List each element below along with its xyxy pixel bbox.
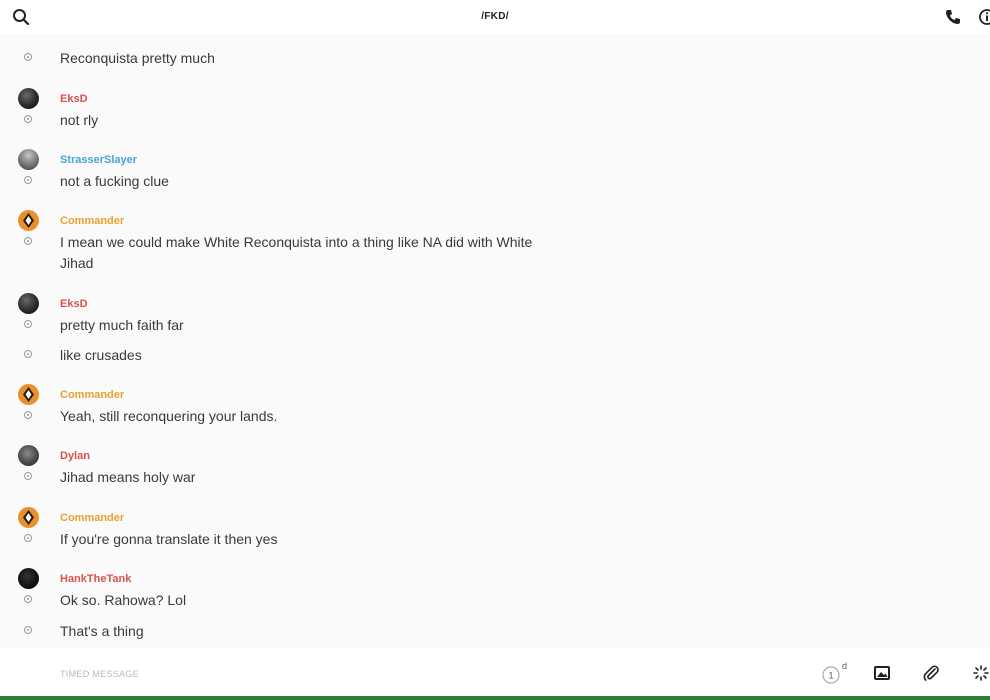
username[interactable]: Dylan <box>60 450 90 462</box>
message-text: Jihad means holy war <box>60 469 196 485</box>
message-text: I mean we could make White Reconquista i… <box>60 234 533 271</box>
message-text: Yeah, still reconquering your lands. <box>60 408 278 424</box>
message-input[interactable] <box>60 664 660 684</box>
read-status-icon <box>24 595 32 603</box>
message-line: Yeah, still reconquering your lands. <box>0 403 990 427</box>
message-text: If you're gonna translate it then yes <box>60 531 278 547</box>
avatar[interactable] <box>18 88 39 109</box>
channel-title: /FKD/ <box>481 11 509 22</box>
message-line: I mean we could make White Reconquista i… <box>0 229 990 275</box>
timer-value: 1 <box>828 671 833 681</box>
image-icon[interactable] <box>873 664 891 682</box>
paperclip-icon[interactable] <box>922 664 940 682</box>
username[interactable]: EksD <box>60 298 88 310</box>
message-text: not rly <box>60 112 99 128</box>
avatar[interactable] <box>18 445 39 466</box>
message-line: Ok so. Rahowa? Lol <box>0 587 990 611</box>
read-status-icon <box>24 472 32 480</box>
username[interactable]: Commander <box>60 389 124 401</box>
read-status-icon <box>24 534 32 542</box>
message-line: not a fucking clue <box>0 168 990 192</box>
commander-emblem-icon <box>23 510 34 525</box>
username[interactable]: EksD <box>60 93 88 105</box>
avatar[interactable] <box>18 384 39 405</box>
message-line: Jihad means holy war <box>0 464 990 488</box>
message-line: If you're gonna translate it then yes <box>0 526 990 550</box>
avatar[interactable] <box>18 210 39 231</box>
avatar[interactable] <box>18 568 39 589</box>
username[interactable]: HankTheTank <box>60 573 131 585</box>
timer-unit: d <box>842 662 847 671</box>
read-status-icon <box>24 53 32 61</box>
read-status-icon <box>24 115 32 123</box>
message-text: pretty much faith far <box>60 317 184 333</box>
message-text: like crusades <box>60 347 142 363</box>
username[interactable]: StrasserSlayer <box>60 154 137 166</box>
avatar[interactable] <box>18 293 39 314</box>
message-text: That's a thing <box>60 623 144 639</box>
avatar[interactable] <box>18 149 39 170</box>
read-status-icon <box>24 350 32 358</box>
read-status-icon <box>24 320 32 328</box>
message-line: not rly <box>0 107 990 131</box>
message-text: not a fucking clue <box>60 173 169 189</box>
message-text: Reconquista pretty much <box>60 50 215 66</box>
avatar[interactable] <box>18 507 39 528</box>
commander-emblem-icon <box>23 387 34 402</box>
loading-spinner-icon[interactable] <box>972 664 990 682</box>
message-line: That's a thing <box>0 618 990 642</box>
message-line: like crusades <box>0 342 990 366</box>
username[interactable]: Commander <box>60 215 124 227</box>
read-status-icon <box>24 411 32 419</box>
read-status-icon <box>24 237 32 245</box>
phone-icon[interactable] <box>944 8 962 26</box>
read-status-icon <box>24 626 32 634</box>
info-icon[interactable] <box>978 8 990 26</box>
top-bar: /FKD/ <box>0 0 990 34</box>
message-line: pretty much faith far <box>0 312 990 336</box>
message-list[interactable]: Reconquista pretty much EksD not rly Str… <box>0 34 990 648</box>
bottom-accent-bar <box>0 696 990 700</box>
message-text: Ok so. Rahowa? Lol <box>60 592 187 608</box>
read-status-icon <box>24 176 32 184</box>
timer-button[interactable]: 1 d <box>822 661 847 686</box>
username[interactable]: Commander <box>60 512 124 524</box>
commander-emblem-icon <box>23 213 34 228</box>
timer-icon: 1 d <box>822 661 847 684</box>
message-line: Reconquista pretty much <box>0 45 990 69</box>
composer-bar: 1 d <box>0 648 990 700</box>
